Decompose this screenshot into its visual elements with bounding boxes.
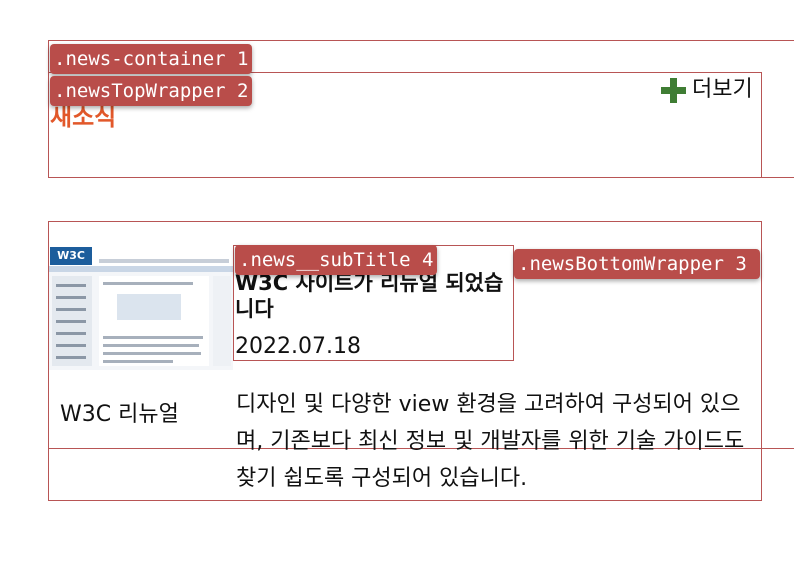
news-thumbnail[interactable]: W3C [49,246,233,370]
news-subtitle[interactable]: W3C 사이트가 리뉴얼 되었습니다 [235,270,511,322]
thumbnail-menu-bar [99,259,229,263]
thumbnail-caption: W3C 리뉴얼 [60,402,179,427]
thumbnail-sidebar [52,276,92,366]
plus-icon [658,75,688,105]
news-date: 2022.07.18 [235,334,361,359]
news-container-label: .news-container 1 [50,44,253,74]
news-subtitle-label: .news__subTitle 4 [235,245,438,275]
thumbnail-main-content [99,276,209,366]
w3c-logo: W3C [50,247,92,265]
more-button-label: 더보기 [692,77,753,102]
news-top-wrapper-label: .newsTopWrapper 2 [50,76,253,106]
thumbnail-right-column [213,276,231,366]
more-button[interactable]: 더보기 [658,75,753,105]
thumbnail-feature-box [117,294,181,320]
news-bottom-wrapper-label: .newsBottomWrapper 3 [514,249,760,279]
news-description: 디자인 및 다양한 view 환경을 고려하여 구성되어 있으며, 기존보다 최… [236,392,745,491]
thumbnail-header: W3C [49,246,233,266]
thumbnail-nav-bar [49,266,233,272]
